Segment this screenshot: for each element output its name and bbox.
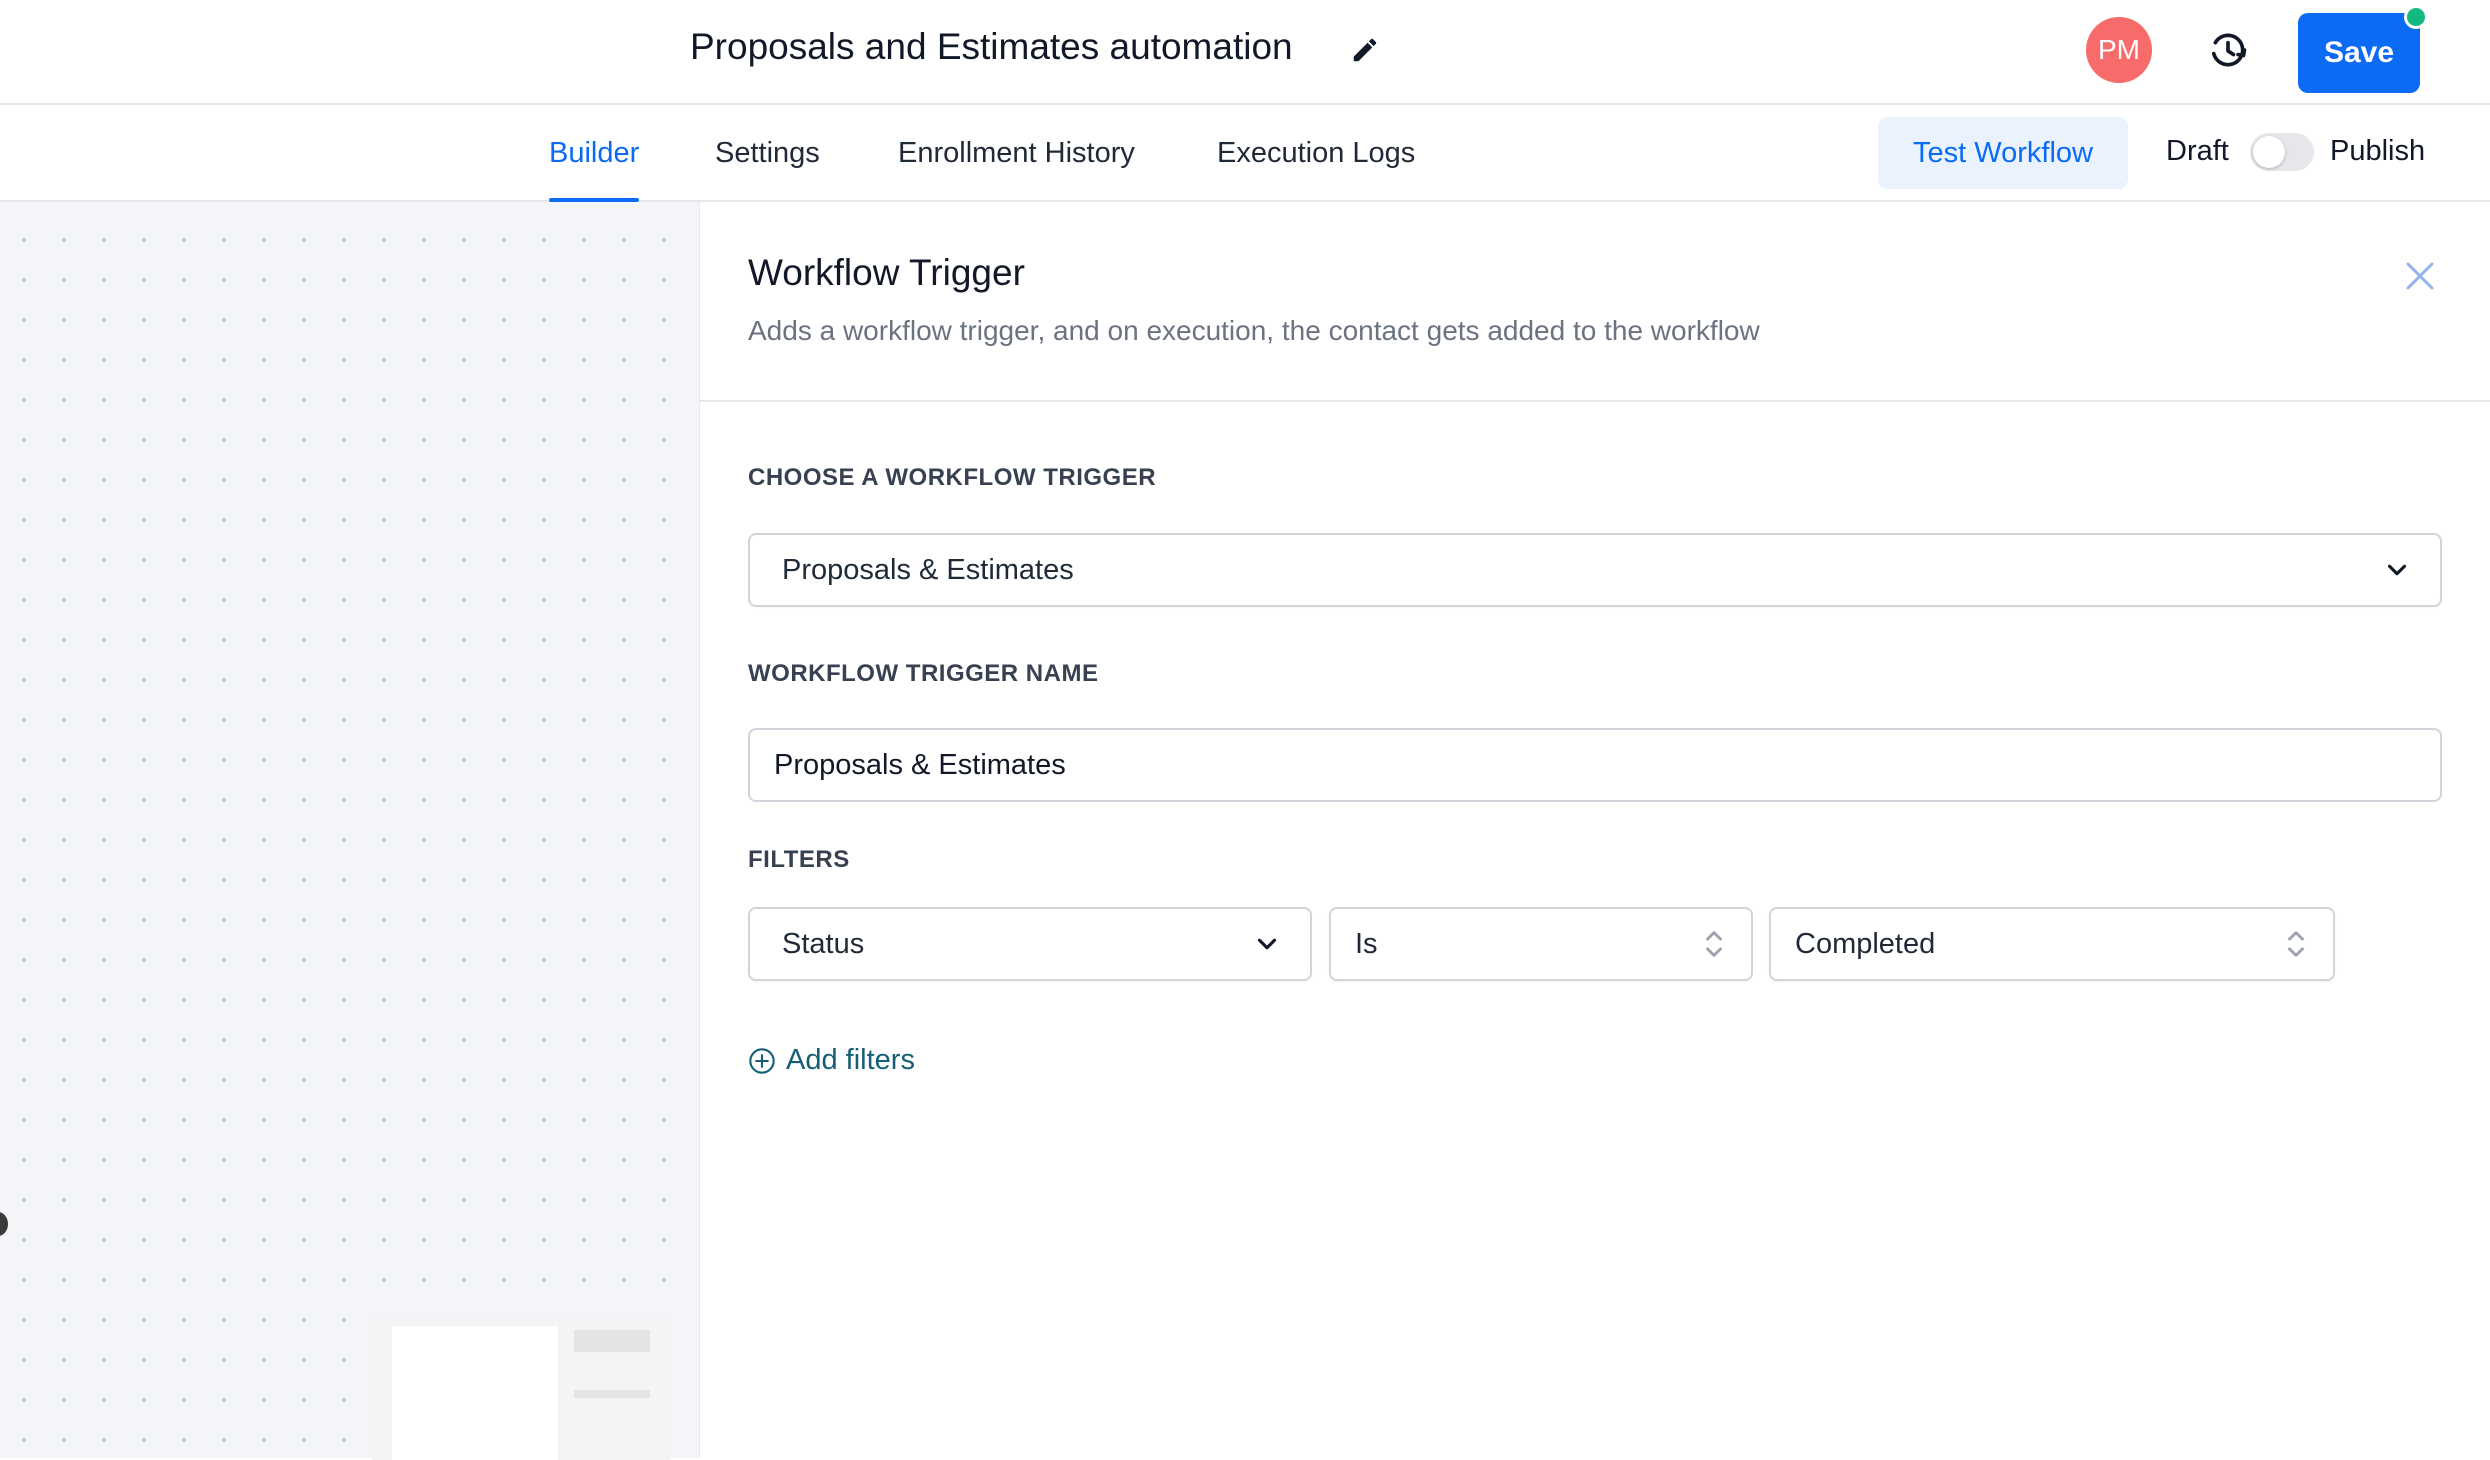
- filter-field-value: Status: [782, 927, 865, 960]
- tab-execution-logs[interactable]: Execution Logs: [1217, 105, 1415, 202]
- trigger-panel: Workflow Trigger Adds a workflow trigger…: [700, 202, 2490, 1458]
- canvas-node-handle[interactable]: [0, 1212, 8, 1236]
- trigger-name-input[interactable]: [748, 728, 2442, 802]
- avatar[interactable]: PM: [2086, 17, 2152, 83]
- updown-chevron-icon: [2288, 931, 2304, 957]
- plus-circle-icon: [749, 1047, 775, 1074]
- filter-value-value: Completed: [1795, 927, 1936, 960]
- trigger-section-label: CHOOSE A WORKFLOW TRIGGER: [748, 464, 1157, 491]
- test-workflow-button[interactable]: Test Workflow: [1878, 117, 2128, 189]
- tab-enrollment-history[interactable]: Enrollment History: [898, 105, 1135, 202]
- minimap-viewport: [392, 1326, 558, 1460]
- tab-bar: Builder Settings Enrollment History Exec…: [0, 105, 2490, 202]
- panel-subtitle: Adds a workflow trigger, and on executio…: [748, 315, 1760, 346]
- history-icon[interactable]: [2206, 28, 2250, 72]
- status-dot: [2404, 5, 2428, 29]
- save-button[interactable]: Save: [2298, 13, 2420, 93]
- tab-builder[interactable]: Builder: [549, 105, 640, 202]
- chevron-down-icon: [2387, 564, 2407, 576]
- close-icon[interactable]: [2402, 258, 2438, 294]
- publish-toggle[interactable]: [2250, 133, 2314, 171]
- add-filters-button[interactable]: Add filters: [748, 1044, 915, 1077]
- minimap[interactable]: [372, 1318, 670, 1460]
- minimap-node: [574, 1330, 650, 1352]
- filter-operator-value: Is: [1355, 927, 1378, 960]
- draft-label: Draft: [2166, 135, 2229, 167]
- filter-operator-select[interactable]: Is: [1329, 907, 1753, 981]
- filter-field-select[interactable]: Status: [748, 907, 1312, 981]
- panel-title: Workflow Trigger: [748, 252, 1025, 293]
- chevron-down-icon: [1257, 938, 1277, 950]
- updown-chevron-icon: [1706, 931, 1722, 957]
- pencil-icon[interactable]: [1350, 35, 1380, 65]
- top-header: Proposals and Estimates automation PM Sa…: [0, 0, 2490, 105]
- workflow-title: Proposals and Estimates automation: [690, 26, 1293, 67]
- publish-label: Publish: [2330, 135, 2426, 167]
- minimap-node: [574, 1390, 650, 1398]
- tab-settings[interactable]: Settings: [715, 105, 820, 202]
- trigger-select-value: Proposals & Estimates: [782, 553, 1074, 586]
- panel-header: Workflow Trigger Adds a workflow trigger…: [700, 202, 2490, 402]
- add-filters-label: Add filters: [786, 1044, 915, 1076]
- trigger-name-label: WORKFLOW TRIGGER NAME: [748, 660, 1099, 687]
- toggle-knob: [2253, 136, 2285, 168]
- workflow-canvas[interactable]: [0, 202, 700, 1460]
- filters-label: FILTERS: [748, 846, 850, 873]
- trigger-select[interactable]: Proposals & Estimates: [748, 533, 2442, 607]
- filter-row: Status Is Completed: [748, 907, 2442, 1002]
- filter-value-select[interactable]: Completed: [1769, 907, 2335, 981]
